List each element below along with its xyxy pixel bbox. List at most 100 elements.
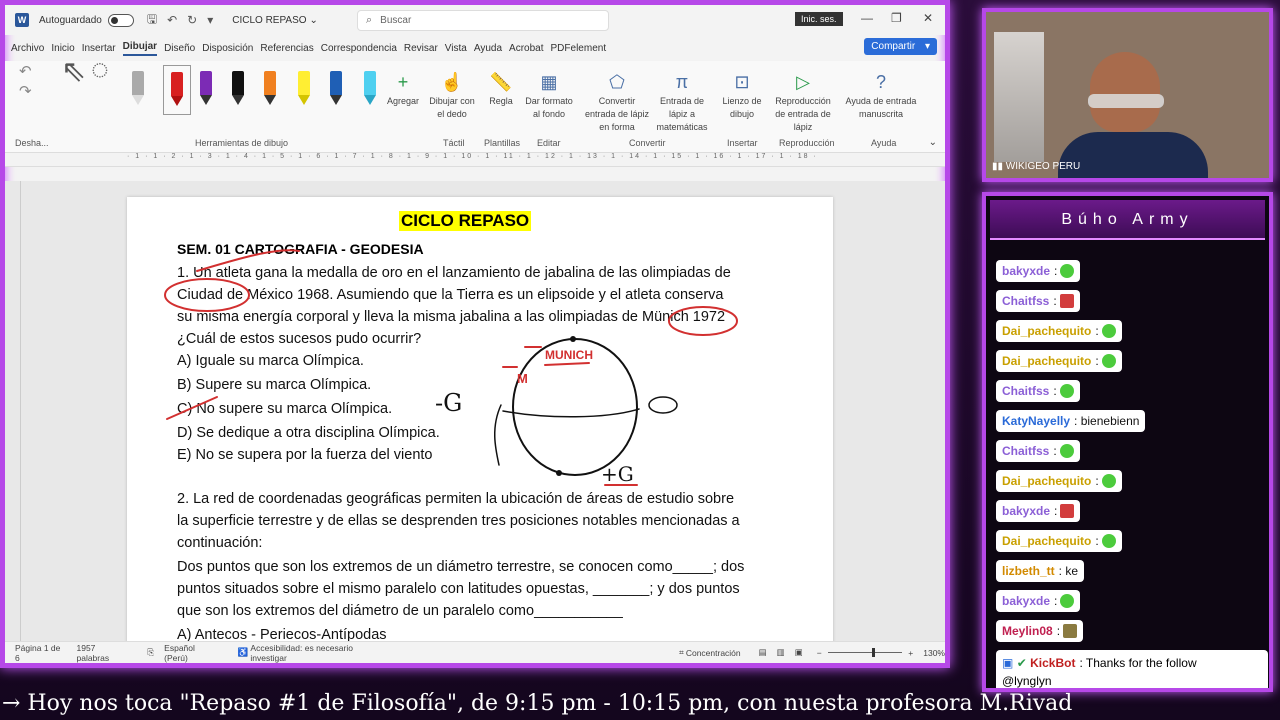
chat-username[interactable]: Dai_pachequito: [1002, 534, 1091, 548]
chat-username[interactable]: Dai_pachequito: [1002, 324, 1091, 338]
chat-username[interactable]: KatyNayelly: [1002, 414, 1070, 428]
background-format-button[interactable]: ▦ Dar formato al fondo: [523, 69, 575, 121]
ink-help-label: Ayuda de entrada manuscrita: [845, 96, 917, 119]
draw-with-finger-button[interactable]: ☝ Dibujar con el dedo: [427, 69, 477, 121]
ink-globe-outline: [494, 404, 502, 466]
collapse-ribbon-icon[interactable]: ⌄: [929, 137, 937, 148]
chat-message: Dai_pachequito:: [996, 350, 1122, 372]
tab-inicio[interactable]: Inicio: [51, 43, 74, 54]
zoom-slider[interactable]: [827, 648, 903, 657]
page-count[interactable]: Página 1 de 6: [15, 643, 66, 663]
tab-revisar[interactable]: Revisar: [404, 43, 438, 54]
customize-qat-icon[interactable]: ▾: [207, 13, 213, 27]
ink-to-math-label: Entrada de lápiz a matemáticas: [656, 96, 708, 132]
select-pointer-icon[interactable]: ⇖: [61, 57, 86, 87]
chat-username[interactable]: Chaitfss: [1002, 294, 1049, 308]
tab-referencias[interactable]: Referencias: [260, 43, 313, 54]
minimize-icon[interactable]: —: [861, 11, 873, 25]
read-mode-icon[interactable]: ▤: [759, 647, 767, 658]
chat-username[interactable]: Dai_pachequito: [1002, 354, 1091, 368]
verified-icon: ✔: [1016, 656, 1027, 670]
tab-insertar[interactable]: Insertar: [82, 43, 116, 54]
accessibility-icon[interactable]: ♿: [238, 647, 249, 658]
word-count[interactable]: 1957 palabras: [76, 643, 129, 663]
chat-username[interactable]: bakyxde: [1002, 594, 1050, 608]
word-app-icon: W: [15, 13, 29, 27]
tab-diseno[interactable]: Diseño: [164, 43, 195, 54]
chevron-down-icon[interactable]: ⌄: [310, 15, 318, 26]
chat-username[interactable]: bakyxde: [1002, 264, 1050, 278]
chat-message: KatyNayelly: bienebienn: [996, 410, 1146, 432]
chat-text: :: [1053, 444, 1057, 458]
chat-username[interactable]: Meylin08: [1002, 624, 1053, 638]
add-pen-button[interactable]: + Agregar: [385, 69, 421, 108]
tab-ayuda[interactable]: Ayuda: [474, 43, 502, 54]
answer-option: D) Se dedique a otra disciplina Olímpica…: [177, 425, 440, 441]
ink-to-shape-button[interactable]: ⬠ Convertir entrada de lápiz en forma: [583, 69, 651, 134]
horizontal-ruler[interactable]: · 1 · 1 · 2 · 1 · 3 · 1 · 4 · 1 · 5 · 1 …: [5, 153, 945, 167]
language[interactable]: Español (Perú): [164, 643, 220, 663]
ink-replay-button[interactable]: ▷ Reproducción de entrada de lápiz: [769, 69, 837, 134]
blue-pen-icon[interactable]: [329, 71, 343, 107]
chat-username[interactable]: Chaitfss: [1002, 384, 1049, 398]
chat-username[interactable]: Chaitfss: [1002, 444, 1049, 458]
chat-username[interactable]: lizbeth_tt: [1002, 564, 1055, 578]
tab-vista[interactable]: Vista: [445, 43, 467, 54]
ink-help-button[interactable]: ? Ayuda de entrada manuscrita: [845, 69, 917, 121]
orange-pen-icon[interactable]: [263, 71, 277, 107]
restore-icon[interactable]: ❐: [891, 11, 902, 25]
zoom-in-icon[interactable]: +: [908, 648, 913, 658]
document-name[interactable]: CICLO REPASO: [232, 15, 306, 26]
chat-username[interactable]: bakyxde: [1002, 504, 1050, 518]
autosave-toggle[interactable]: [107, 13, 134, 27]
redo-icon[interactable]: ↻: [187, 13, 197, 27]
spelling-icon[interactable]: ⎘: [147, 647, 154, 658]
signin-button[interactable]: Inic. ses.: [795, 12, 843, 26]
vertical-ruler: [11, 181, 21, 641]
print-layout-icon[interactable]: ▥: [777, 647, 785, 658]
status-bar: Página 1 de 6 1957 palabras ⎘ Español (P…: [5, 641, 945, 663]
ruler-button[interactable]: 📏 Regla: [485, 69, 517, 108]
zoom-out-icon[interactable]: −: [817, 648, 822, 658]
cyan-highlighter-icon[interactable]: [363, 71, 377, 107]
red-pen-icon[interactable]: [163, 65, 191, 115]
lasso-icon[interactable]: ◌: [91, 55, 109, 85]
eraser-icon[interactable]: [131, 71, 145, 107]
focus-mode[interactable]: Concentración: [686, 648, 741, 658]
tab-dibujar[interactable]: Dibujar: [122, 41, 158, 56]
tab-disposicion[interactable]: Disposición: [202, 43, 253, 54]
undo-icon[interactable]: ↶: [167, 13, 177, 27]
chat-username[interactable]: Dai_pachequito: [1002, 474, 1091, 488]
emote-icon: [1063, 624, 1078, 638]
undo-icon[interactable]: ↶: [19, 64, 32, 79]
close-icon[interactable]: ✕: [923, 11, 933, 25]
tab-acrobat[interactable]: Acrobat: [509, 43, 543, 54]
purple-pen-icon[interactable]: [199, 71, 213, 107]
zoom-level[interactable]: 130%: [923, 648, 945, 658]
ink-earth-globe: [512, 338, 638, 476]
redo-icon[interactable]: ↷: [19, 84, 32, 99]
mention[interactable]: @lynglyn: [1002, 674, 1052, 688]
share-button[interactable]: Compartir ▾: [864, 38, 937, 55]
web-layout-icon[interactable]: ▣: [795, 647, 803, 658]
ink-to-math-button[interactable]: π Entrada de lápiz a matemáticas: [651, 69, 713, 134]
tab-archivo[interactable]: Archivo: [11, 43, 44, 54]
document-canvas[interactable]: CICLO REPASO SEM. 01 CARTOGRAFIA - GEODE…: [5, 181, 945, 641]
yellow-highlighter-icon[interactable]: [297, 71, 311, 107]
document-page[interactable]: CICLO REPASO SEM. 01 CARTOGRAFIA - GEODE…: [127, 197, 833, 641]
chat-text: :: [1095, 474, 1099, 488]
tab-correspondencia[interactable]: Correspondencia: [321, 43, 397, 54]
chat-username[interactable]: KickBot: [1030, 656, 1075, 670]
focus-icon[interactable]: ⌗: [679, 647, 684, 658]
save-icon[interactable]: 🖫: [147, 10, 157, 31]
black-pen-icon[interactable]: [231, 71, 245, 107]
doc-line: que son los extremos del diámetro de un …: [177, 603, 623, 619]
search-input[interactable]: ⌕ Buscar: [357, 10, 609, 31]
ink-pole-bottom: [556, 470, 562, 476]
zoom-slider-thumb[interactable]: [871, 648, 875, 657]
tab-pdfelement[interactable]: PDFelement: [551, 43, 607, 54]
accessibility-status[interactable]: Accesibilidad: es necesario investigar: [250, 643, 389, 663]
ink-to-shape-label: Convertir entrada de lápiz en forma: [584, 96, 650, 132]
doc-line: continuación:: [177, 535, 263, 551]
drawing-canvas-button[interactable]: ⊡ Lienzo de dibujo: [721, 69, 763, 121]
